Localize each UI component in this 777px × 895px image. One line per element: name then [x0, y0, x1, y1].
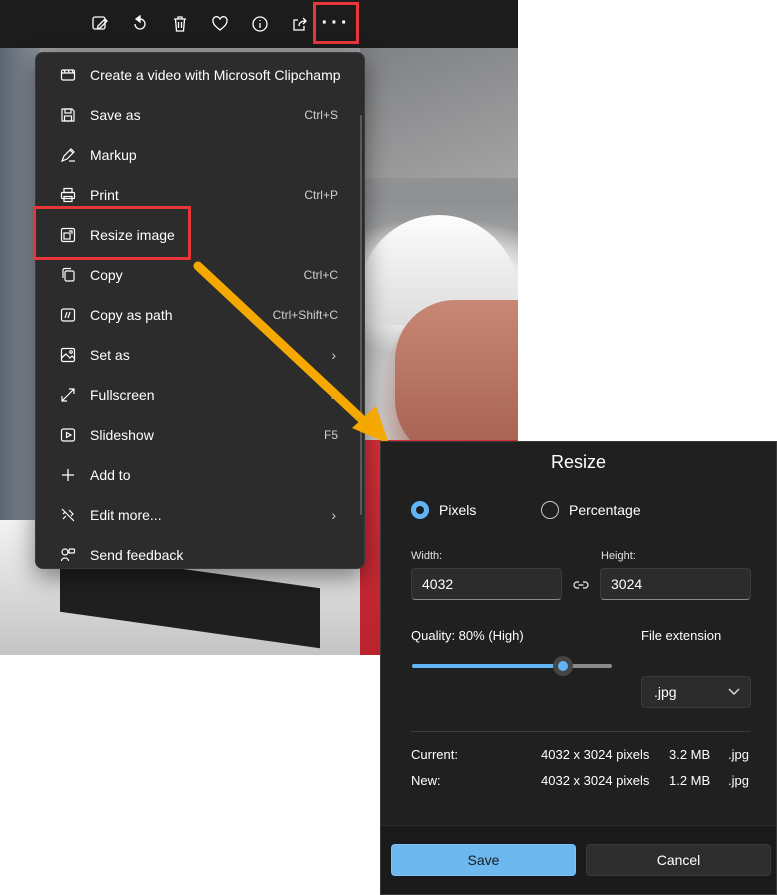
copy-path-icon — [60, 307, 76, 323]
radio-selected-icon — [411, 501, 429, 519]
menu-item-label: Add to — [90, 467, 131, 483]
dialog-title: Resize — [550, 452, 607, 472]
quality-slider-thumb[interactable] — [553, 656, 573, 676]
photo-region — [360, 48, 518, 178]
menu-item-label: Slideshow — [90, 427, 154, 443]
cancel-button[interactable]: Cancel — [586, 844, 771, 876]
menu-item-label: Save as — [90, 107, 141, 123]
radio-unselected-icon — [541, 501, 559, 519]
copy-icon — [60, 267, 76, 283]
current-size: 3.2 MB — [669, 747, 711, 762]
menu-item-label: Edit more... — [90, 507, 162, 523]
menu-item-label: Copy as path — [90, 307, 173, 323]
height-input[interactable]: 3024 — [600, 568, 751, 600]
radio-pixels[interactable]: Pixels — [411, 501, 476, 519]
width-input[interactable]: 4032 — [411, 568, 562, 600]
new-label: New: — [411, 773, 441, 788]
radio-label: Pixels — [439, 502, 477, 518]
current-label: Current: — [411, 747, 458, 762]
height-label: Height: — [601, 550, 636, 562]
menu-item-set-as[interactable]: Set as › — [36, 335, 364, 375]
chevron-down-icon — [728, 688, 740, 695]
markup-icon — [60, 147, 76, 163]
menu-item-add-to[interactable]: Add to — [36, 455, 364, 495]
file-extension-label: File extension — [641, 628, 722, 643]
menu-item-clipchamp[interactable]: Create a video with Microsoft Clipchamp — [36, 55, 364, 95]
menu-scrollbar[interactable] — [360, 115, 362, 515]
quality-label: Quality: 80% (High) — [411, 628, 524, 643]
favorite-icon[interactable] — [208, 12, 232, 36]
clipchamp-icon — [60, 67, 76, 83]
menu-item-markup[interactable]: Markup — [36, 135, 364, 175]
link-icon[interactable] — [572, 577, 590, 593]
menu-item-shortcut: Ctrl+S — [304, 108, 338, 122]
menu-item-edit-more[interactable]: Edit more... › — [36, 495, 364, 535]
set-as-icon — [60, 347, 76, 363]
resize-dialog: Resize Pixels Percentage Width: Height: … — [380, 441, 777, 895]
context-menu: Create a video with Microsoft Clipchamp … — [35, 52, 365, 569]
radio-percentage[interactable]: Percentage — [541, 501, 641, 519]
menu-item-label: Send feedback — [90, 547, 184, 563]
menu-item-send-feedback[interactable]: Send feedback — [36, 535, 364, 575]
chevron-right-icon: › — [331, 347, 336, 363]
menu-item-label: Set as — [90, 347, 130, 363]
photo-region — [395, 300, 518, 460]
width-label: Width: — [411, 550, 443, 562]
save-button[interactable]: Save — [391, 844, 576, 876]
quality-slider-fill — [412, 664, 563, 668]
menu-item-copy[interactable]: Copy Ctrl+C — [36, 255, 364, 295]
new-extension: .jpg — [728, 773, 749, 788]
menu-item-label: Create a video with Microsoft Clipchamp — [90, 67, 341, 83]
new-info-row: New: 4032 x 3024 pixels 1.2 MB .jpg — [411, 773, 751, 791]
menu-item-shortcut: F5 — [323, 428, 338, 442]
file-extension-select[interactable]: .jpg — [641, 676, 751, 708]
divider — [411, 731, 751, 732]
menu-item-save-as[interactable]: Save as Ctrl+S — [36, 95, 364, 135]
add-icon — [60, 467, 76, 483]
menu-item-label: Copy — [90, 267, 123, 283]
rotate-icon[interactable] — [128, 12, 152, 36]
menu-item-label: Fullscreen — [90, 387, 155, 403]
current-dimensions: 4032 x 3024 pixels — [541, 747, 650, 762]
feedback-icon — [60, 547, 76, 563]
current-extension: .jpg — [728, 747, 749, 762]
save-icon — [60, 107, 76, 123]
current-info-row: Current: 4032 x 3024 pixels 3.2 MB .jpg — [411, 747, 751, 765]
toolbar: ··· — [0, 0, 518, 48]
menu-item-label: Markup — [90, 147, 137, 163]
slideshow-icon — [60, 427, 76, 443]
menu-item-shortcut: Ctrl+P — [304, 188, 338, 202]
menu-item-slideshow[interactable]: Slideshow F5 — [36, 415, 364, 455]
edit-more-icon — [60, 507, 76, 523]
quality-slider[interactable] — [412, 656, 612, 676]
print-icon — [60, 187, 76, 203]
delete-icon[interactable] — [168, 12, 192, 36]
edit-icon[interactable] — [88, 12, 112, 36]
menu-item-copy-as-path[interactable]: Copy as path Ctrl+Shift+C — [36, 295, 364, 335]
file-extension-value: .jpg — [654, 684, 677, 700]
fullscreen-icon — [60, 387, 76, 403]
new-size: 1.2 MB — [669, 773, 711, 788]
resize-image-highlight — [33, 206, 191, 260]
menu-item-shortcut: Ctrl+Shift+C — [272, 308, 338, 322]
new-dimensions: 4032 x 3024 pixels — [541, 773, 650, 788]
radio-label: Percentage — [569, 502, 641, 518]
photo-region — [0, 48, 40, 568]
chevron-right-icon: › — [331, 507, 336, 523]
menu-item-label: Print — [90, 187, 119, 203]
menu-item-fullscreen[interactable]: Fullscreen F — [36, 375, 364, 415]
share-icon[interactable] — [288, 12, 312, 36]
menu-item-shortcut: Ctrl+C — [303, 268, 338, 282]
more-icon[interactable]: ··· — [313, 2, 359, 44]
menu-item-shortcut: F — [330, 388, 338, 402]
info-icon[interactable] — [248, 12, 272, 36]
dialog-footer: Save Cancel — [381, 825, 776, 894]
